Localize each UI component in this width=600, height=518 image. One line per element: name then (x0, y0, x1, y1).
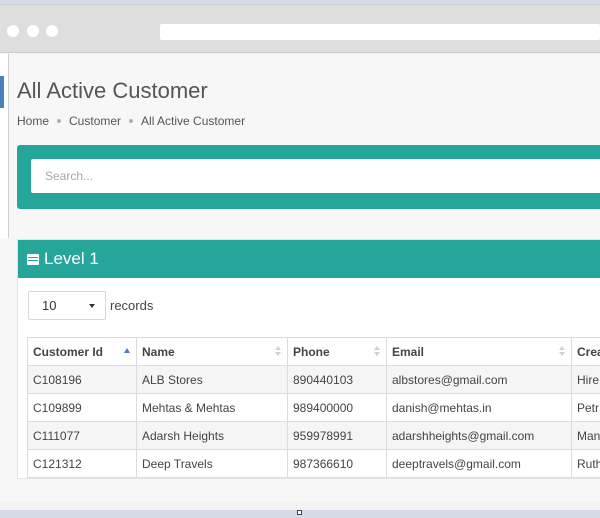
level-panel-title: Level 1 (44, 249, 99, 268)
cell-customer-id: C109899 (27, 393, 137, 422)
search-input[interactable] (31, 159, 600, 193)
page-length-control: 10 records (28, 291, 153, 320)
cell-phone: 989400000 (287, 393, 387, 422)
column-header-name[interactable]: Name (136, 337, 288, 366)
cell-name: Adarsh Heights (136, 421, 288, 450)
cell-phone: 987366610 (287, 449, 387, 478)
cell-email: albstores@gmail.com (386, 365, 572, 394)
cell-created: Man (571, 421, 600, 450)
breadcrumb-separator (129, 119, 134, 123)
level-panel: Level 1 10 records Customer Id Name Phon… (17, 239, 600, 479)
cell-created: Petr (571, 393, 600, 422)
address-bar[interactable] (160, 24, 600, 40)
sort-icon (374, 346, 380, 358)
breadcrumb-current: All Active Customer (141, 114, 246, 128)
breadcrumb-separator (57, 119, 62, 123)
sort-ascending-icon (124, 348, 130, 353)
caret-down-icon (89, 303, 95, 308)
customers-table: Customer Id Name Phone Email Crea C10819… (27, 337, 600, 478)
cell-phone: 959978991 (287, 421, 387, 450)
sort-icon (275, 346, 281, 358)
window-control-dot[interactable] (27, 25, 39, 37)
sort-icon (559, 346, 565, 358)
table-header-row: Customer Id Name Phone Email Crea (27, 337, 600, 366)
cell-customer-id: C108196 (27, 365, 137, 394)
cell-email: deeptravels@gmail.com (386, 449, 572, 478)
browser-title-bar (0, 5, 600, 53)
cell-name: Deep Travels (136, 449, 288, 478)
window-control-dot[interactable] (46, 25, 58, 37)
page-content: All Active Customer Home Customer All Ac… (0, 54, 600, 502)
cell-customer-id: C111077 (27, 421, 137, 450)
level-panel-header: Level 1 (18, 240, 600, 278)
column-header-phone[interactable]: Phone (287, 337, 387, 366)
cell-created: Ruth (571, 449, 600, 478)
cell-created: Hire (571, 365, 600, 394)
cell-customer-id: C121312 (27, 449, 137, 478)
sidebar-active-indicator[interactable] (0, 76, 4, 108)
table-row[interactable]: C109899 Mehtas & Mehtas 989400000 danish… (27, 393, 600, 422)
records-label: records (110, 298, 154, 313)
table-row[interactable]: C111077 Adarsh Heights 959978991 adarshh… (27, 421, 600, 450)
resize-handle[interactable] (297, 510, 302, 515)
table-row[interactable]: C108196 ALB Stores 890440103 albstores@g… (27, 365, 600, 394)
breadcrumb: Home Customer All Active Customer (17, 114, 245, 128)
window-control-dot[interactable] (7, 25, 19, 37)
table-row[interactable]: C121312 Deep Travels 987366610 deeptrave… (27, 449, 600, 478)
column-header-email[interactable]: Email (386, 337, 572, 366)
breadcrumb-home[interactable]: Home (17, 114, 49, 128)
browser-window: All Active Customer Home Customer All Ac… (0, 4, 600, 510)
cell-email: adarshheights@gmail.com (386, 421, 572, 450)
page-length-select[interactable]: 10 (28, 291, 106, 320)
cell-name: Mehtas & Mehtas (136, 393, 288, 422)
cell-email: danish@mehtas.in (386, 393, 572, 422)
cell-phone: 890440103 (287, 365, 387, 394)
cell-name: ALB Stores (136, 365, 288, 394)
column-header-created[interactable]: Crea (571, 337, 600, 366)
column-header-customer-id[interactable]: Customer Id (27, 337, 137, 366)
search-panel (17, 145, 600, 209)
sidebar (0, 54, 9, 238)
page-title: All Active Customer (17, 78, 208, 103)
page-length-value: 10 (42, 298, 57, 313)
breadcrumb-customer[interactable]: Customer (69, 114, 121, 128)
table-icon (27, 253, 39, 265)
